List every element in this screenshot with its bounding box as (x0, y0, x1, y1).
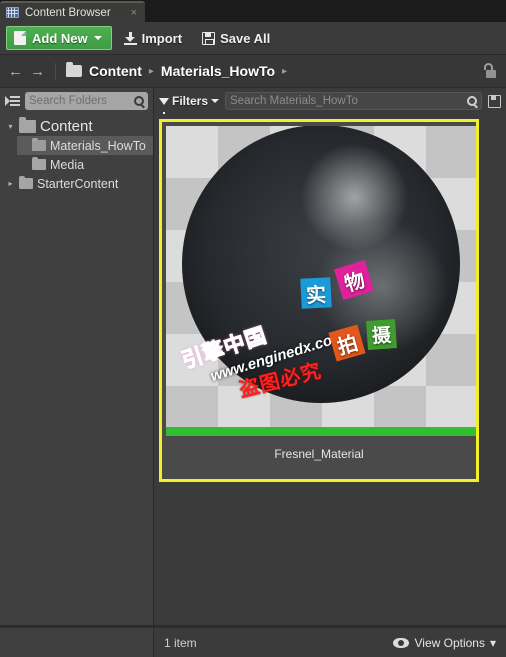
breadcrumb-item-content[interactable]: Content (89, 63, 142, 79)
chevron-down-icon (93, 36, 102, 40)
filters-label: Filters (172, 94, 209, 108)
import-arrow-icon (123, 31, 137, 45)
asset-grid: 引擎中国 www.enginedx.com 盗图必究 实 物 拍 摄 Fresn… (154, 114, 506, 625)
funnel-icon (159, 97, 169, 115)
chevron-down-icon[interactable] (6, 122, 15, 131)
close-icon[interactable]: × (131, 7, 137, 19)
sidebar-item-label: Content (40, 118, 93, 135)
chevron-right-icon[interactable] (6, 179, 15, 188)
breadcrumb-item-materials-howto[interactable]: Materials_HowTo (161, 63, 275, 79)
body: Search Folders Content Materials_HowTo (0, 88, 506, 625)
asset-tile-fresnel-material[interactable]: 引擎中国 www.enginedx.com 盗图必究 实 物 拍 摄 Fresn… (159, 119, 479, 482)
chevron-down-icon (211, 99, 220, 103)
status-bar-sidebar-pad (0, 627, 154, 657)
unlocked-padlock-icon[interactable] (482, 63, 498, 79)
folder-tree: Content Materials_HowTo Media StarterCon… (0, 114, 153, 193)
filters-button[interactable]: Filters (159, 94, 220, 115)
folder-sidebar: Search Folders Content Materials_HowTo (0, 88, 154, 625)
import-button[interactable]: Import (116, 26, 190, 50)
view-options-button[interactable]: View Options ▾ (393, 636, 496, 650)
floppy-disk-icon (202, 31, 216, 45)
folder-filter-icon[interactable] (5, 95, 20, 108)
search-assets-placeholder: Search Materials_HowTo (230, 95, 358, 107)
asset-type-bar (166, 427, 476, 436)
save-all-label: Save All (220, 30, 271, 46)
view-options-label: View Options (414, 635, 485, 650)
sidebar-item-label: Media (50, 157, 85, 172)
tab-label: Content Browser (25, 6, 111, 19)
search-assets-input[interactable]: Search Materials_HowTo (225, 92, 482, 110)
back-button[interactable]: ← (8, 63, 23, 80)
folder-icon (32, 137, 46, 151)
breadcrumb: ← → Content ▸ Materials_HowTo ▸ (0, 55, 506, 88)
save-all-button[interactable]: Save All (194, 26, 278, 50)
sidebar-item-startercontent[interactable]: StarterContent (4, 174, 153, 193)
folder-icon (66, 62, 82, 77)
item-count-label: 1 item (164, 635, 197, 650)
material-preview-sphere (182, 126, 460, 403)
asset-panel: Filters Search Materials_HowTo 引擎中国 www.… (154, 88, 506, 625)
folder-icon (19, 117, 36, 133)
add-new-label: Add New (32, 30, 88, 46)
sidebar-item-media[interactable]: Media (17, 155, 153, 174)
asset-filter-bar: Filters Search Materials_HowTo (154, 88, 506, 115)
chevron-right-icon[interactable]: ▸ (282, 66, 287, 77)
tab-strip: Content Browser × (0, 0, 506, 22)
sidebar-item-content[interactable]: Content (4, 117, 153, 136)
forward-button[interactable]: → (30, 63, 45, 80)
eye-icon (393, 637, 410, 648)
tab-content-browser[interactable]: Content Browser × (0, 1, 146, 22)
chevron-right-icon[interactable]: ▸ (149, 66, 154, 77)
folder-icon (32, 156, 46, 170)
add-new-button[interactable]: Add New (6, 26, 112, 50)
divider (55, 62, 56, 80)
main-toolbar: Add New Import Save All (0, 22, 506, 55)
search-folders-input[interactable]: Search Folders (25, 92, 148, 110)
sidebar-item-materials-howto[interactable]: Materials_HowTo (17, 136, 153, 155)
import-label: Import (141, 30, 183, 46)
chevron-down-icon: ▾ (489, 635, 496, 650)
asset-thumbnail[interactable]: 引擎中国 www.enginedx.com 盗图必究 实 物 拍 摄 (166, 126, 476, 436)
asset-label: Fresnel_Material (274, 447, 364, 461)
content-browser-icon (6, 7, 19, 18)
sidebar-item-label: StarterContent (37, 176, 119, 191)
status-bar: 1 item View Options ▾ (154, 627, 506, 657)
sidebar-search-row: Search Folders (0, 88, 153, 114)
floppy-disk-icon[interactable] (488, 94, 501, 108)
status-bar-wrap: 1 item View Options ▾ (0, 627, 506, 657)
sidebar-item-label: Materials_HowTo (50, 138, 146, 153)
magnifier-icon (467, 96, 477, 106)
magnifier-icon (134, 96, 144, 106)
search-folders-placeholder: Search Folders (29, 95, 107, 107)
new-document-icon (14, 31, 26, 45)
folder-icon (19, 175, 33, 189)
content-browser-window: Content Browser × Add New Import Save Al… (0, 0, 506, 657)
